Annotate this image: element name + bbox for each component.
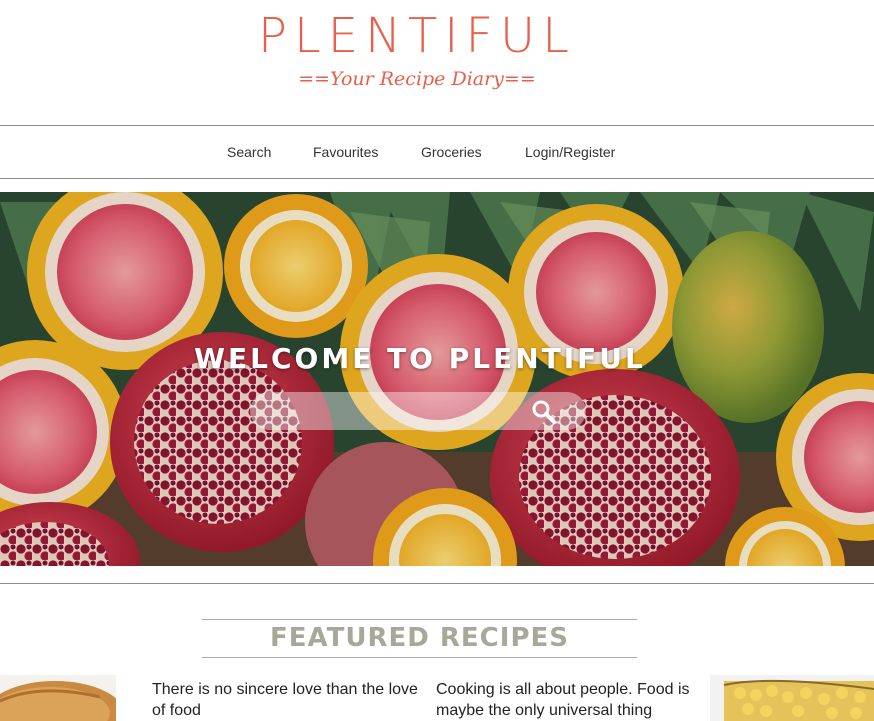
nav-bottom-divider: [0, 178, 874, 179]
hero-title: WELCOME TO PLENTIFUL: [194, 342, 646, 375]
featured-card-image-left[interactable]: [0, 675, 130, 721]
brand-header: PLENTIFUL ==Your Recipe Diary==: [0, 8, 834, 92]
site-tagline: ==Your Recipe Diary==: [298, 68, 536, 90]
nav-item-search[interactable]: Search: [227, 144, 271, 160]
featured-card-image-right[interactable]: [710, 675, 874, 721]
featured-recipes-title: FEATURED RECIPES: [202, 619, 637, 658]
featured-quote-1: There is no sincere love than the love o…: [152, 681, 418, 719]
hero-bottom-divider: [0, 583, 874, 584]
nav-item-favourites[interactable]: Favourites: [313, 144, 378, 160]
search-icon: [532, 400, 556, 424]
main-nav: Search Favourites Groceries Login/Regist…: [0, 126, 874, 178]
corn-dish-image: [710, 675, 874, 721]
hero-fruit-image: [0, 192, 874, 566]
nav-item-groceries[interactable]: Groceries: [421, 144, 482, 160]
site-logo-title[interactable]: PLENTIFUL: [0, 8, 834, 64]
pie-dish-image: [0, 675, 130, 721]
hero-banner: WELCOME TO PLENTIFUL: [0, 192, 874, 566]
nav-item-login-register[interactable]: Login/Register: [525, 144, 615, 160]
hero-search-button[interactable]: [528, 396, 560, 428]
featured-quote-2: Cooking is all about people. Food is may…: [436, 681, 690, 719]
